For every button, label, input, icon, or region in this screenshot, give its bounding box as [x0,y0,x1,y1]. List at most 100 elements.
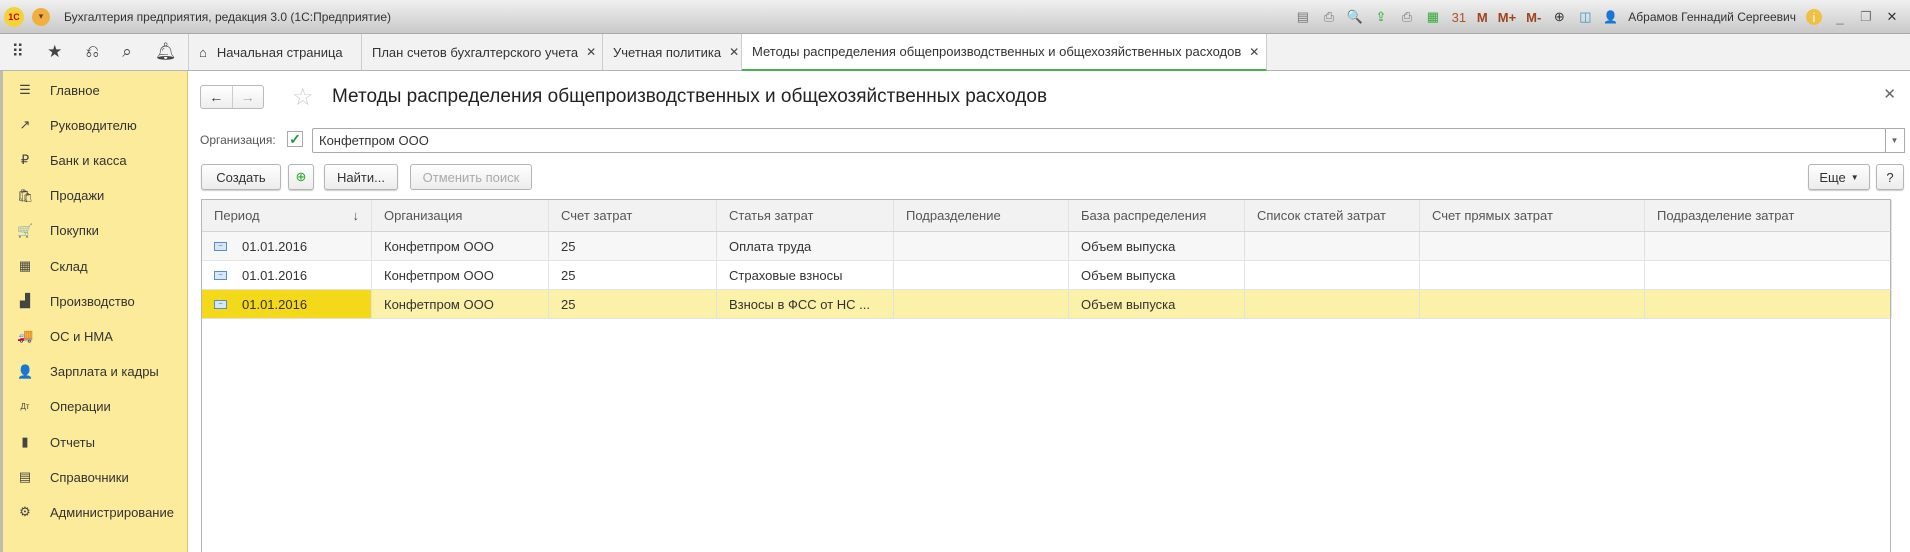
sidebar-item-warehouse[interactable]: ▦ Склад [17,254,88,278]
memory-button[interactable]: M [1477,10,1488,25]
forward-arrow-icon[interactable]: → [231,86,264,108]
table-row[interactable]: ~01.01.2016 Конфетпром ООО 25 Страховые взн… [202,261,1892,290]
manager-icon: ↗ [19,117,31,133]
more-button[interactable]: Еще ▼ [1808,164,1870,190]
sidebar-item-label: Покупки [50,223,99,239]
sidebar-item-reports[interactable]: ▮ Отчеты [17,430,95,454]
sidebar-item-directories[interactable]: ▤ Справочники [17,465,129,489]
assets-icon: 🚚 [17,328,34,344]
cell-organization: Конфетпром ООО [372,261,549,289]
sidebar-item-label: Банк и касса [50,152,127,168]
column-title: Счет прямых затрат [1432,208,1553,223]
cell-distribution-base: Объем выпуска [1069,290,1245,318]
column-header-cost-item[interactable]: Статья затрат [717,200,894,231]
column-title: Список статей затрат [1257,208,1387,223]
zoom-icon[interactable]: ⊕ [1551,9,1567,25]
cell-cost-department [1645,290,1892,318]
close-tab-icon[interactable]: ✕ [1249,45,1259,59]
cell-period: ~01.01.2016 [202,261,372,289]
cell-cost-item: Взносы в ФСС от НС ... [717,290,894,318]
tab-distribution-methods[interactable]: Методы распределения общепроизводственны… [742,34,1267,71]
cell-distribution-base: Объем выпуска [1069,232,1245,260]
table-row[interactable]: ~01.01.2016 Конфетпром ООО 25 Оплата труда О… [202,232,1892,261]
sections-sidebar: ☰ Главное ↗ Руководителю ₽ Банк и касса 🛍 Прода… [0,71,188,552]
search-icon[interactable]: ⌕ [122,42,132,62]
column-header-direct-cost-account[interactable]: Счет прямых затрат [1420,200,1645,231]
column-header-cost-account[interactable]: Счет затрат [549,200,717,231]
favorite-star-icon[interactable]: ☆ [292,83,314,112]
close-form-icon[interactable]: ✕ [1883,85,1896,103]
organization-filter-checkbox[interactable]: ✓ [287,131,303,147]
column-header-cost-items-list[interactable]: Список статей затрат [1245,200,1420,231]
tab-chart-of-accounts[interactable]: План счетов бухгалтерского учета ✕ [362,34,603,70]
column-header-department[interactable]: Подразделение [894,200,1069,231]
cell-value: Объем выпуска [1081,267,1176,283]
tab-home[interactable]: ⌂ Начальная страница [189,34,362,70]
close-window-button[interactable]: ✕ [1884,9,1900,25]
memory-plus-button[interactable]: M+ [1498,10,1516,25]
copy-add-icon[interactable]: ⊕ [288,164,314,190]
print-icon[interactable]: ⎙ [1321,9,1337,25]
cell-cost-item: Оплата труда [717,232,894,260]
dropdown-arrow-icon[interactable]: ▼ [1885,128,1905,153]
tab-label: План счетов бухгалтерского учета [372,44,579,60]
sidebar-item-production[interactable]: ▟ Производство [17,289,135,313]
sales-icon: 🛍 [17,187,34,203]
sidebar-item-label: Справочники [50,469,129,485]
table-body: ~01.01.2016 Конфетпром ООО 25 Оплата труда О… [202,232,1892,319]
sidebar-item-operations[interactable]: Дт Операции [17,395,110,419]
tab-accounting-policy[interactable]: Учетная политика ✕ [603,34,742,70]
apps-grid-icon[interactable]: ⠿ [12,42,24,62]
create-button[interactable]: Создать [201,164,281,190]
cell-department [894,261,1069,289]
column-header-period[interactable]: Период ↓ [202,200,372,231]
sidebar-item-bank[interactable]: ₽ Банк и касса [17,148,127,172]
chevron-down-icon: ▼ [1850,172,1859,182]
cell-cost-department [1645,261,1892,289]
table-row[interactable]: ~01.01.2016 Конфетпром ООО 25 Взносы в ФСС … [202,290,1892,319]
sidebar-item-assets[interactable]: 🚚 ОС и НМА [17,324,113,348]
sidebar-item-salary[interactable]: 👤 Зарплата и кадры [17,360,159,384]
cell-cost-account: 25 [549,232,717,260]
sidebar-item-sales[interactable]: 🛍 Продажи [17,184,104,208]
organization-field[interactable]: Конфетпром ООО [312,128,1886,153]
panels-icon[interactable]: ◫ [1577,9,1593,25]
user-name[interactable]: Абрамов Геннадий Сергеевич [1628,10,1796,24]
back-arrow-icon[interactable]: ← [201,86,232,108]
sidebar-item-manager[interactable]: ↗ Руководителю [17,113,137,137]
calculator-icon[interactable]: ▦ [1425,9,1441,25]
cell-cost-department [1645,232,1892,260]
calendar-icon[interactable]: 31 [1451,9,1467,25]
page-title: Методы распределения общепроизводственны… [332,86,1048,107]
sidebar-item-main[interactable]: ☰ Главное [17,78,100,102]
preview-icon[interactable]: 🔍 [1347,9,1363,25]
cell-cost-items-list [1245,261,1420,289]
close-tab-icon[interactable]: ✕ [729,45,739,59]
home-icon: ⌂ [199,44,207,60]
memory-minus-button[interactable]: M- [1526,10,1541,25]
bell-icon[interactable]: 🔔︎ [155,42,177,62]
column-header-organization[interactable]: Организация [372,200,549,231]
sidebar-item-purchases[interactable]: 🛒 Покупки [17,219,99,243]
save-icon[interactable]: ▤ [1295,9,1311,25]
column-header-cost-department[interactable]: Подразделение затрат [1645,200,1892,231]
history-icon[interactable]: ⎌ [85,42,99,62]
info-icon[interactable]: i [1806,9,1822,25]
find-button[interactable]: Найти... [324,164,398,190]
favorites-star-icon[interactable]: ★ [47,42,62,62]
restore-button[interactable]: ❐ [1858,9,1874,25]
upload-icon[interactable]: ⇪ [1373,9,1389,25]
main-menu-button[interactable]: ▾ [32,7,50,26]
minimize-button[interactable]: _ [1832,9,1848,25]
scanner-icon[interactable]: ⎙ [1399,9,1415,25]
purchases-icon: 🛒 [17,222,34,238]
close-tab-icon[interactable]: ✕ [586,45,596,59]
cancel-search-button[interactable]: Отменить поиск [410,164,532,190]
cell-organization: Конфетпром ООО [372,290,549,318]
cell-organization: Конфетпром ООО [372,232,549,260]
sidebar-item-administration[interactable]: ⚙ Администрирование [17,500,174,524]
column-header-distribution-base[interactable]: База распределения [1069,200,1245,231]
cell-value: Объем выпуска [1081,296,1176,312]
help-button[interactable]: ? [1876,164,1904,190]
tab-label: Учетная политика [613,44,722,60]
